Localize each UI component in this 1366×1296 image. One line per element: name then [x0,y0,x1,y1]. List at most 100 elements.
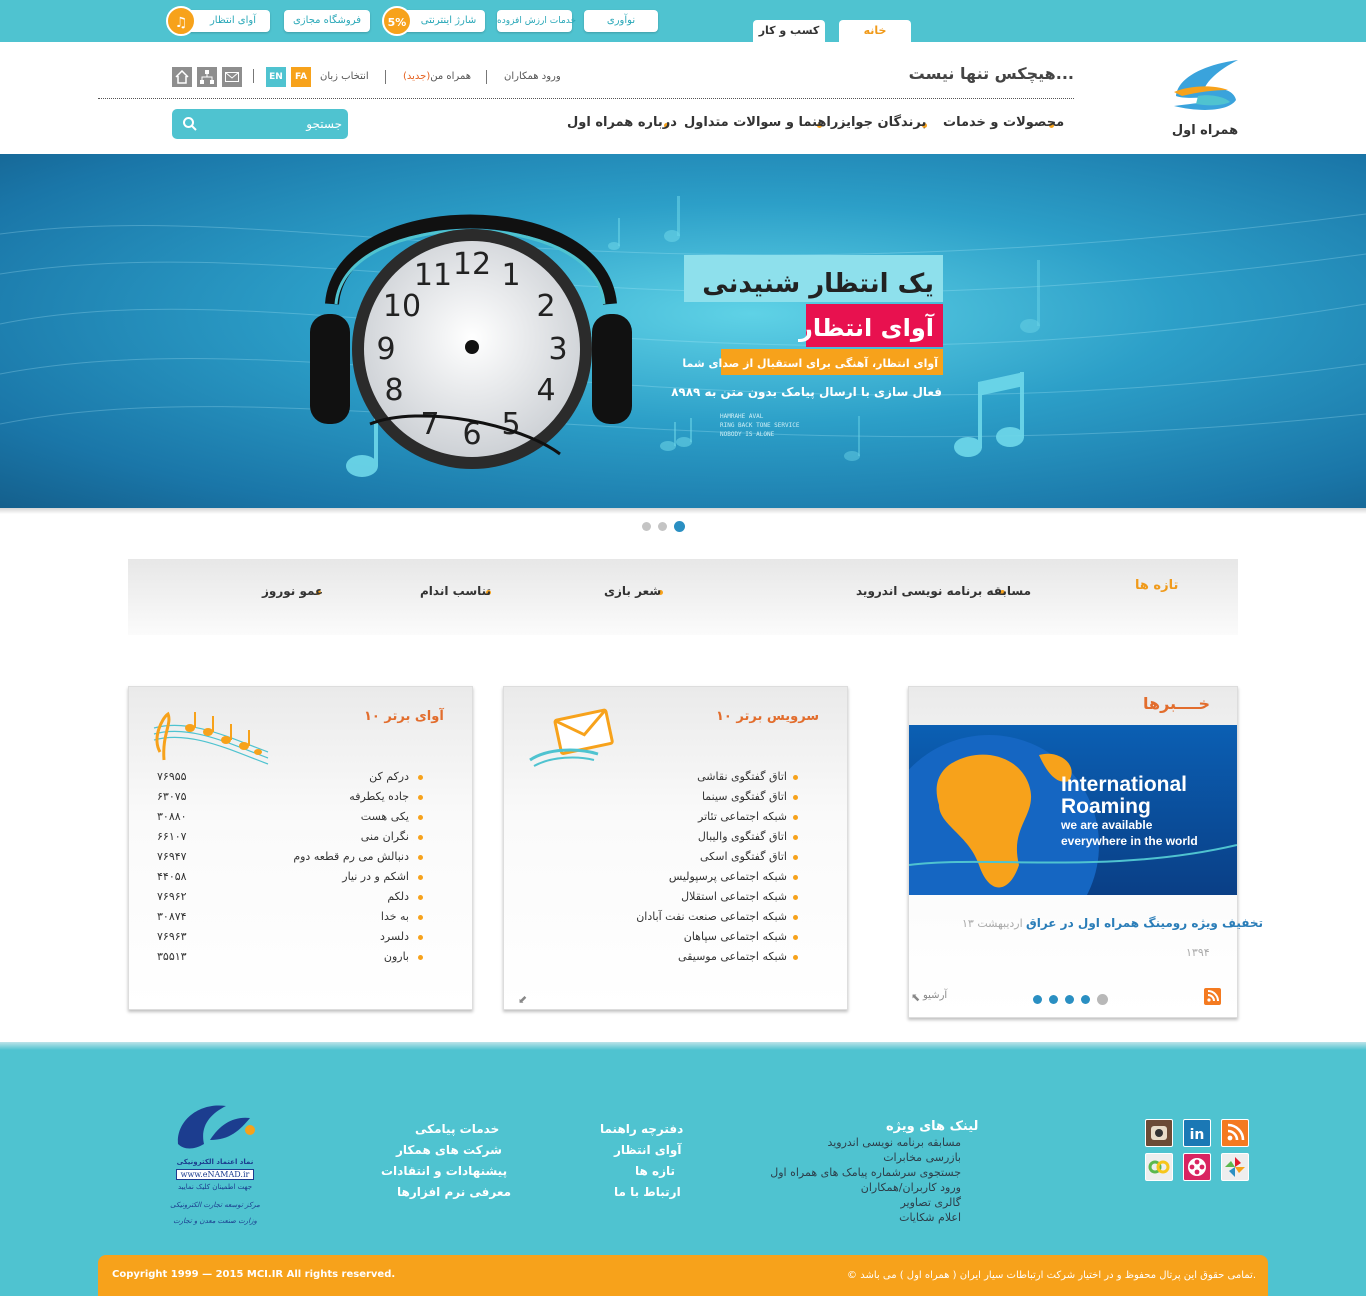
footer-link-help[interactable]: دفترچه راهنما [600,1122,683,1136]
tone-code: ۳۵۵۱۳ [157,950,187,963]
news-slider-dot[interactable] [1081,995,1090,1004]
news-image-line: Roaming [1061,795,1151,818]
instagram-icon[interactable] [1145,1119,1173,1147]
rss-icon[interactable] [1221,1119,1249,1147]
tone-name[interactable]: دنبالش می رم قطعه دوم [293,850,409,863]
search-input[interactable] [202,114,342,134]
news-image[interactable]: International Roaming we are available e… [909,725,1237,895]
archive-link[interactable]: آرشیو [923,990,947,1001]
whats-new-item[interactable]: مسابقه برنامه نویسی اندروید [856,584,1031,598]
lang-en-button[interactable]: EN [266,67,286,87]
tone-name[interactable]: اشکم و در نیار [342,870,409,883]
news-slider-dot[interactable] [1049,995,1058,1004]
service-item[interactable]: اتاق گفتگوی والیبال [698,830,787,843]
nav-prize-winners[interactable]: برندگان جوایز [838,115,926,130]
tone-code: ۷۶۹۴۷ [157,850,187,863]
vas-button[interactable]: خدمات ارزش افزوده [497,10,576,32]
whats-new-item[interactable]: عمو نوروز [262,584,323,598]
sitemap-icon[interactable] [197,67,217,87]
special-link[interactable]: اعلام شکایات [899,1211,961,1224]
mail-icon[interactable] [222,67,242,87]
tone-name[interactable]: به خدا [381,910,409,923]
film-reel-icon[interactable] [1183,1153,1211,1181]
pinwheel-icon[interactable] [1221,1153,1249,1181]
tone-name[interactable]: یکی هست [361,810,409,823]
service-item[interactable]: شبکه اجتماعی صنعت نفت آبادان [636,910,787,923]
list-bullet [418,835,423,840]
banner-title: آوای انتظار [798,313,935,342]
news-slider-dot[interactable] [1065,995,1074,1004]
linkedin-icon[interactable]: in [1183,1119,1211,1147]
news-slider-dot-active[interactable] [1097,994,1108,1005]
banner-shadow [0,508,1366,514]
music-note-icon: ♫ [166,6,196,36]
tone-name[interactable]: دلسرد [380,930,409,943]
innovation-button[interactable]: نوآوری [584,10,658,32]
footer-link-contact[interactable]: ارتباط با ما [614,1185,681,1199]
search-box[interactable] [172,109,348,139]
svg-text:in: in [1190,1127,1205,1143]
service-item[interactable]: شبکه اجتماعی سپاهان [684,930,787,943]
special-link[interactable]: ورود کاربران/همکاران [861,1181,961,1194]
news-headline-link[interactable]: تخفیف ویژه رومینگ همراه اول در عراق [1026,916,1263,930]
service-item[interactable]: اتاق گفتگوی نقاشی [697,770,787,783]
rbt-button[interactable]: آوای انتظار ♫ [166,6,270,36]
clock-number: 3 [548,332,567,367]
service-item[interactable]: اتاق گفتگوی سینما [702,790,787,803]
service-item[interactable]: شبکه اجتماعی تئاتر [698,810,787,823]
footer-link-sms-services[interactable]: خدمات پیامکی [415,1122,499,1136]
tone-name[interactable]: جاده یکطرفه [349,790,409,803]
tab-business[interactable]: کسب و کار [753,20,825,42]
login-partners-link[interactable]: ورود همکاران [504,71,561,82]
list-bullet [418,815,423,820]
home-icon[interactable] [172,67,192,87]
search-icon[interactable] [182,116,198,132]
hamrahe-man-link[interactable]: همراه من(جدید) [403,71,471,82]
slider-dot-active[interactable] [674,521,685,532]
footer-link-whats-new[interactable]: تازه ها [635,1164,675,1178]
list-bullet [793,835,798,840]
slider-dot[interactable] [658,522,667,531]
whats-new-item[interactable]: تناسب اندام [420,584,491,598]
list-bullet [418,915,423,920]
service-item[interactable]: شبکه اجتماعی موسیقی [678,950,787,963]
nav-help-faq[interactable]: راهنما و سوالات متداول [684,115,838,130]
tab-home[interactable]: خانه [839,20,911,42]
nav-about[interactable]: درباره همراه اول [567,115,677,130]
internet-charge-button[interactable]: شارژ اینترنتی 5% [382,6,485,36]
rss-icon[interactable] [1204,988,1221,1005]
infinity-icon[interactable] [1145,1153,1173,1181]
special-link[interactable]: گالری تصاویر [900,1196,961,1209]
footer-link-rbt[interactable]: آوای انتظار [614,1143,681,1157]
news-slider-dot[interactable] [1033,995,1042,1004]
service-item[interactable]: شبکه اجتماعی پرسپولیس [669,870,787,883]
service-item[interactable]: شبکه اجتماعی استقلال [681,890,787,903]
lang-fa-button[interactable]: FA [291,67,311,87]
footer-link-partners[interactable]: شرکت های همکار [396,1143,502,1157]
hamrahe-aval-logo[interactable]: همراه اول [1168,56,1242,142]
arrow-icon: ⬋ [518,993,528,1006]
tone-name[interactable]: بارون [384,950,409,963]
hero-banner[interactable]: 12 1 2 3 4 5 6 7 8 9 10 11 یک انتظار شنی… [0,154,1366,509]
whats-new-item[interactable]: شعر بازی [604,584,661,598]
virtual-store-button[interactable]: فروشگاه مجازی [284,10,370,32]
banner-activation: فعال سازی با ارسال پیامک بدون متن به ۸۹۸… [671,385,942,400]
service-item[interactable]: اتاق گفتگوی اسکی [700,850,787,863]
banner-headline: یک انتظار شنیدنی [702,269,934,299]
enamad-badge[interactable]: نماد اعتماد الکترونیکی www.eNAMAD.ir جهت… [170,1100,260,1232]
special-link[interactable]: مسابقه برنامه نویسی اندروید [827,1136,961,1149]
footer-link-feedback[interactable]: پیشنهادات و انتقادات [381,1164,507,1178]
copyright-fa: © تمامی حقوق این پرتال محفوظ و در اختیار… [847,1270,1256,1281]
tone-code: ۷۶۹۶۲ [157,890,187,903]
nav-products-services[interactable]: محصولات و خدمات [943,115,1064,130]
slider-dot[interactable] [642,522,651,531]
enamad-caption: جهت اطمینان کلیک نمایید [177,1183,253,1191]
special-link[interactable]: جستجوی سرشماره پیامک های همراه اول [770,1166,961,1179]
banner-subtitle: آوای انتظار، آهنگی برای استقبال از صدای … [682,356,938,370]
footer-link-apps[interactable]: معرفی نرم افزارها [397,1185,511,1199]
special-link[interactable]: بازرسی مخابرات [883,1151,961,1164]
banner-english-line: RING BACK TONE SERVICE [720,422,800,429]
tone-name[interactable]: درکم کن [369,770,409,783]
tone-name[interactable]: نگران منی [361,830,409,843]
tone-name[interactable]: دلکم [387,890,409,903]
